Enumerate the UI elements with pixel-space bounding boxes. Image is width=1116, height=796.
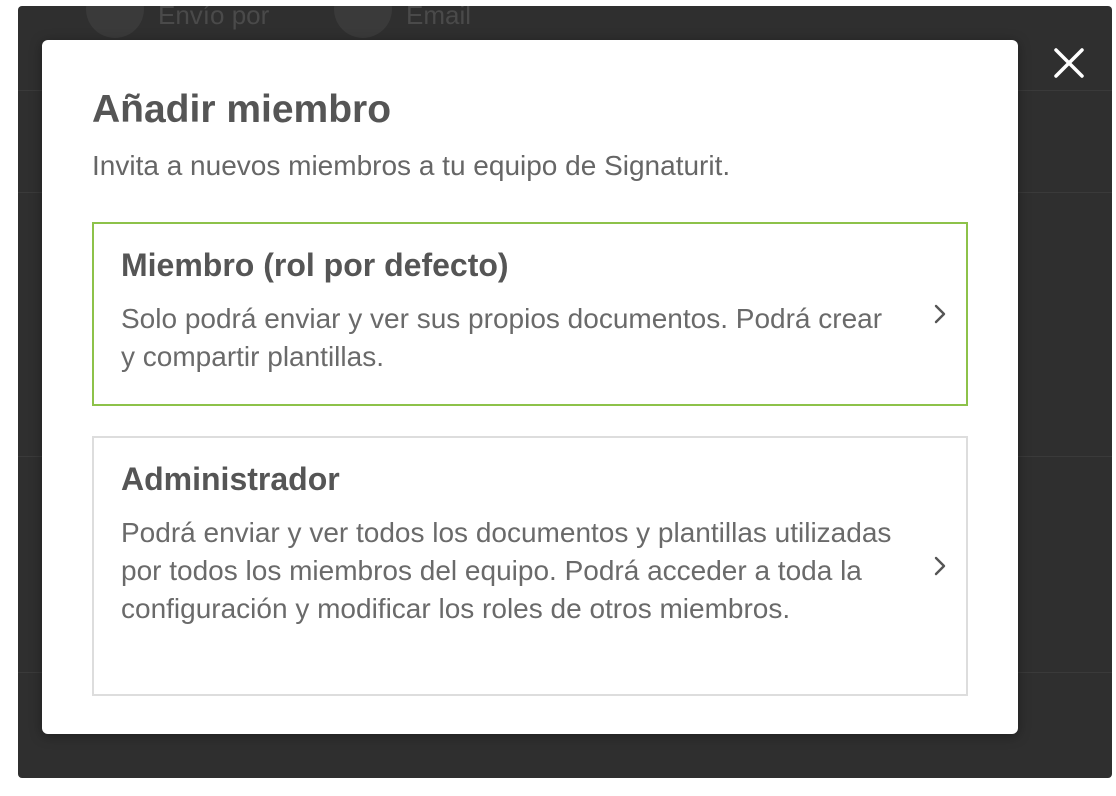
background-item-label: Email (406, 6, 472, 30)
role-option-member[interactable]: Miembro (rol por defecto) Solo podrá env… (92, 222, 968, 406)
page: Envío por Email Añadir miembro Invita a … (0, 0, 1116, 796)
dialog-title: Añadir miembro (92, 88, 392, 131)
role-option-title: Administrador (121, 461, 340, 497)
background-item-label: Envío por (158, 6, 270, 30)
background-avatar (86, 6, 144, 38)
role-option-description: Podrá enviar y ver todos los documentos … (121, 517, 892, 624)
close-icon (1054, 48, 1084, 78)
chevron-right-icon (934, 304, 946, 324)
chevron-right-icon (934, 556, 946, 576)
background-avatar (334, 6, 392, 38)
role-option-administrator[interactable]: Administrador Podrá enviar y ver todos l… (92, 436, 968, 696)
role-option-title: Miembro (rol por defecto) (121, 247, 509, 283)
close-button[interactable] (1046, 40, 1092, 86)
add-member-dialog: Añadir miembro Invita a nuevos miembros … (42, 40, 1018, 734)
dialog-subtitle: Invita a nuevos miembros a tu equipo de … (92, 150, 731, 181)
role-option-description: Solo podrá enviar y ver sus propios docu… (121, 303, 883, 372)
